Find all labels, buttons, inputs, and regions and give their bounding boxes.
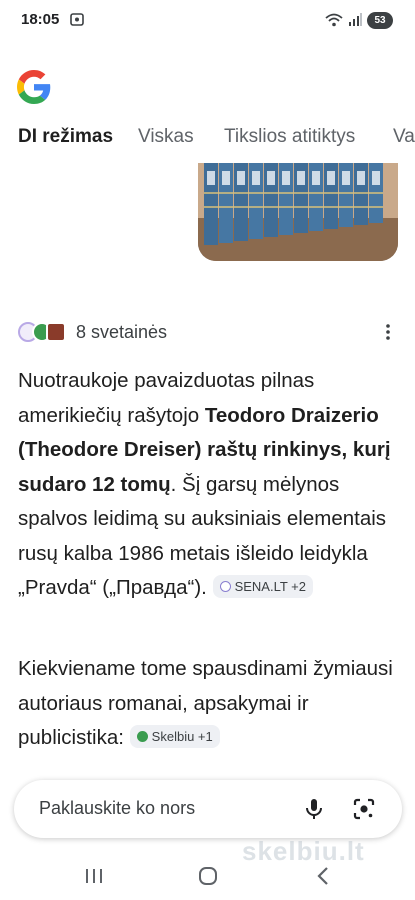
book-set-photo	[198, 163, 398, 261]
wifi-icon	[325, 13, 343, 27]
recent-apps-icon[interactable]	[82, 864, 106, 888]
ask-search-bar[interactable]: Paklauskite ko nors	[14, 780, 402, 838]
status-icons: 53	[325, 11, 393, 29]
skelbiu-favicon-icon	[136, 731, 148, 742]
microphone-icon[interactable]	[302, 797, 326, 821]
tab-ai-mode[interactable]: DI režimas	[18, 126, 113, 148]
battery-indicator: 53	[367, 11, 393, 29]
chip-label: Skelbiu +1	[151, 729, 213, 744]
search-mode-tabs: DI režimas Viskas Tikslios atitiktys Va	[0, 126, 415, 154]
signal-icon	[349, 13, 362, 26]
status-time: 18:05	[21, 11, 60, 28]
source-favicon-3	[46, 322, 66, 342]
chip-label: SENA.LT +2	[234, 579, 306, 594]
status-bar: 18:05 53	[0, 0, 415, 40]
tab-more[interactable]: Va	[393, 126, 415, 148]
tab-all[interactable]: Viskas	[138, 126, 194, 148]
search-input[interactable]: Paklauskite ko nors	[39, 798, 195, 819]
more-options-icon[interactable]	[385, 322, 391, 342]
screen-record-icon	[70, 13, 84, 26]
result-image[interactable]	[198, 163, 398, 261]
sources-count-label: 8 svetainės	[76, 321, 168, 342]
sources-row[interactable]: 8 svetainės	[18, 320, 167, 344]
answer-paragraph-2: Kiekviename tome spausdinami žymiausi au…	[18, 652, 398, 756]
home-icon[interactable]	[196, 864, 220, 888]
system-nav-bar	[0, 850, 415, 900]
answer-paragraph-1: Nuotraukoje pavaizduotas pilnas amerikie…	[18, 364, 398, 606]
google-logo-icon[interactable]	[17, 70, 51, 104]
sena-favicon-icon	[219, 581, 231, 592]
source-chip-sena[interactable]: SENA.LT +2	[212, 575, 313, 598]
tab-exact-matches[interactable]: Tikslios atitiktys	[224, 126, 355, 148]
back-icon[interactable]	[312, 864, 336, 888]
source-chip-skelbiu[interactable]: Skelbiu +1	[129, 725, 220, 748]
google-lens-icon[interactable]	[352, 797, 376, 821]
